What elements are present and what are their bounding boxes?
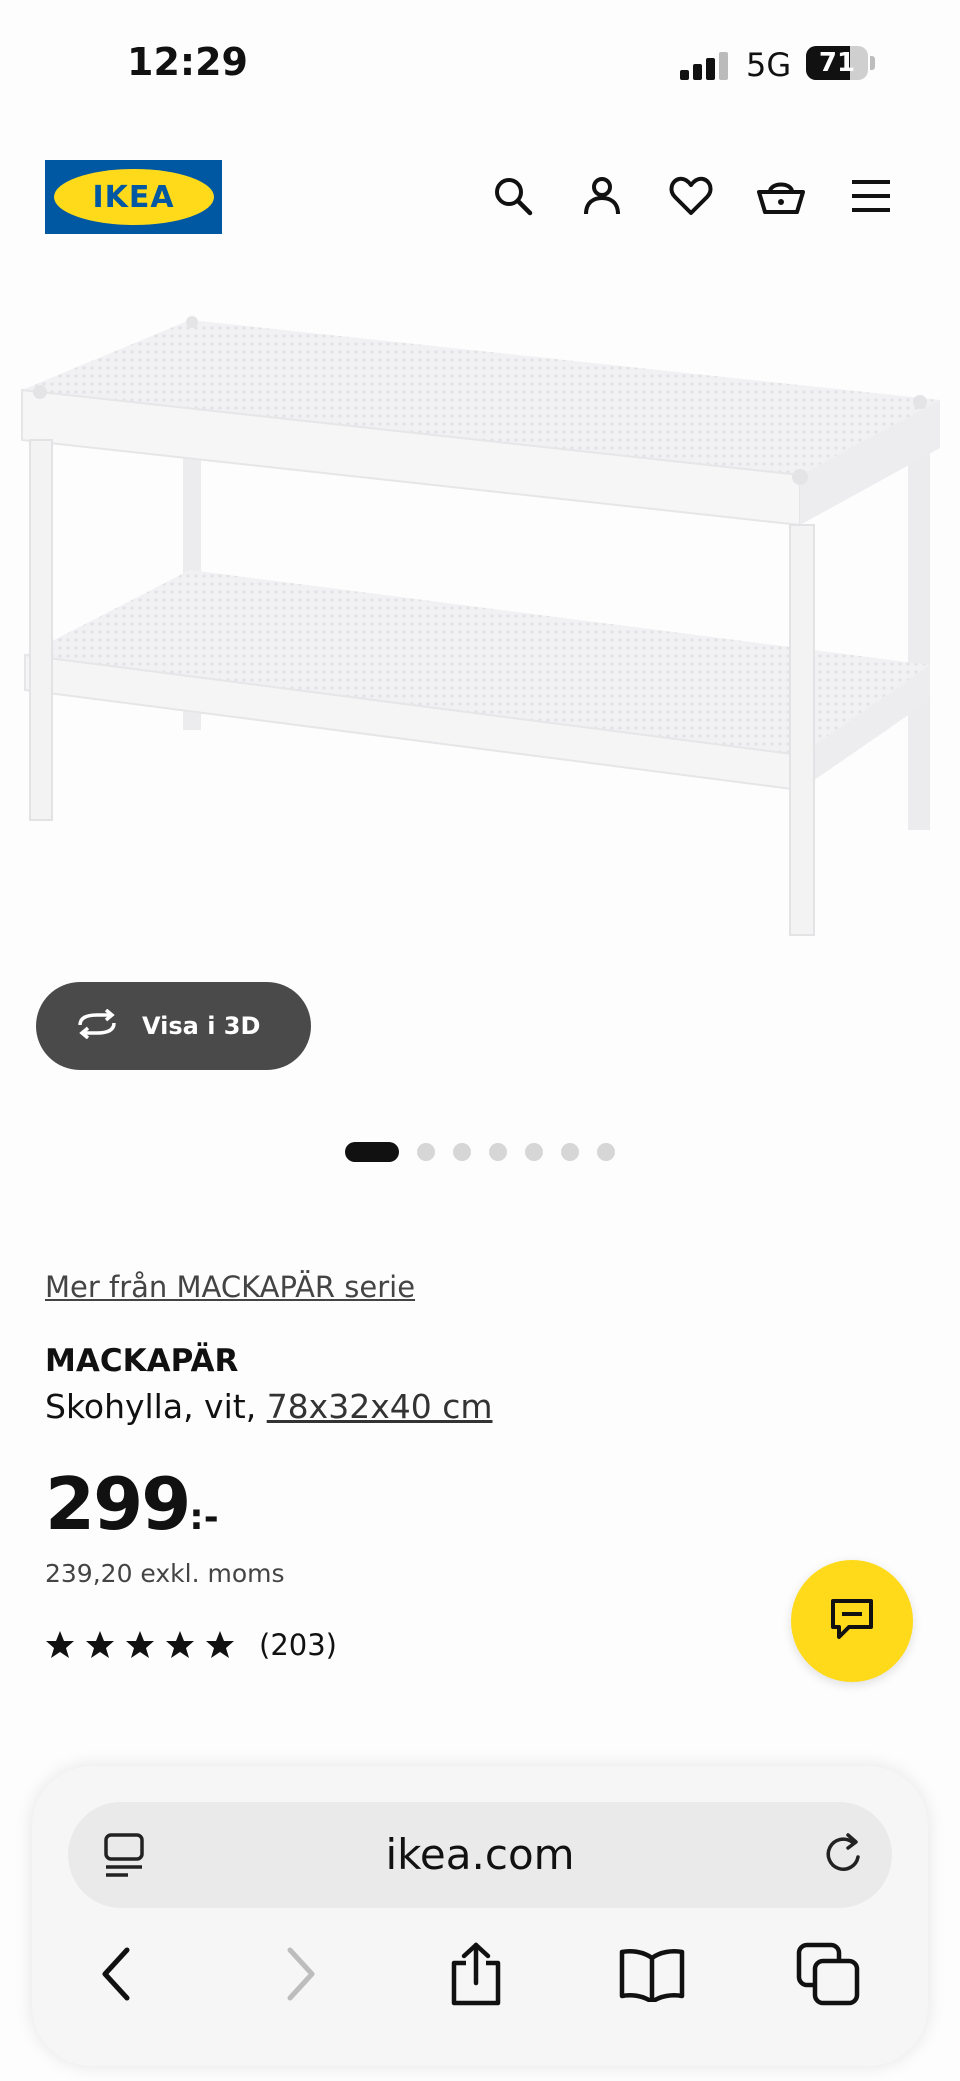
product-type: Skohylla, vit, — [45, 1387, 257, 1426]
product-name: MACKAPÄR — [45, 1343, 239, 1379]
address-bar[interactable]: ikea.com — [68, 1802, 892, 1908]
price-value: 299 — [45, 1462, 191, 1546]
carousel-dot[interactable] — [417, 1143, 435, 1161]
rating-count: (203) — [259, 1628, 337, 1662]
logo-text: IKEA — [92, 179, 175, 215]
carousel-dot[interactable] — [561, 1143, 579, 1161]
search-icon[interactable] — [485, 168, 541, 224]
network-label: 5G — [746, 46, 792, 84]
view-3d-label: Visa i 3D — [142, 1012, 261, 1040]
status-bar: 12:29 5G 71 — [0, 0, 960, 130]
battery-level: 71 — [818, 48, 856, 78]
star-icon — [46, 1631, 74, 1658]
reload-icon[interactable] — [818, 1829, 870, 1881]
product-description: Skohylla, vit, 78x32x40 cm — [45, 1387, 493, 1426]
chat-icon — [829, 1597, 875, 1645]
dimensions-link[interactable]: 78x32x40 cm — [267, 1387, 493, 1426]
view-3d-button[interactable]: Visa i 3D — [36, 982, 311, 1070]
carousel-dots[interactable] — [345, 1142, 633, 1162]
rating[interactable]: (203) — [45, 1628, 337, 1662]
series-link[interactable]: Mer från MACKAPÄR serie — [45, 1270, 415, 1304]
ikea-logo[interactable]: IKEA — [45, 160, 222, 234]
price-suffix: :- — [189, 1497, 219, 1538]
basket-icon[interactable] — [753, 168, 809, 224]
star-icon — [126, 1631, 154, 1658]
product-image[interactable] — [0, 300, 960, 960]
carousel-dot[interactable] — [525, 1143, 543, 1161]
bookmarks-icon[interactable] — [612, 1934, 692, 2014]
menu-icon[interactable] — [843, 168, 899, 224]
user-icon[interactable] — [574, 168, 630, 224]
status-time: 12:29 — [127, 40, 248, 84]
signal-icon — [680, 50, 730, 80]
chat-button[interactable] — [791, 1560, 913, 1682]
star-icon — [86, 1631, 114, 1658]
share-icon[interactable] — [436, 1934, 516, 2014]
carousel-dot[interactable] — [453, 1143, 471, 1161]
star-icon — [166, 1631, 194, 1658]
tabs-icon[interactable] — [788, 1934, 868, 2014]
carousel-dot[interactable] — [345, 1142, 399, 1162]
rotate-3d-icon — [74, 1008, 120, 1043]
price-excl-vat: 239,20 exkl. moms — [45, 1559, 285, 1588]
product-price: 299:- — [45, 1462, 219, 1546]
star-icon — [206, 1631, 234, 1658]
carousel-dot[interactable] — [597, 1143, 615, 1161]
back-icon[interactable] — [77, 1934, 157, 2014]
battery-cap — [870, 56, 875, 70]
browser-toolbar: ikea.com — [32, 1766, 928, 2066]
heart-icon[interactable] — [663, 168, 719, 224]
url-text: ikea.com — [385, 1830, 575, 1879]
carousel-dot[interactable] — [489, 1143, 507, 1161]
forward-icon[interactable] — [260, 1934, 340, 2014]
battery-icon: 71 — [806, 46, 868, 80]
